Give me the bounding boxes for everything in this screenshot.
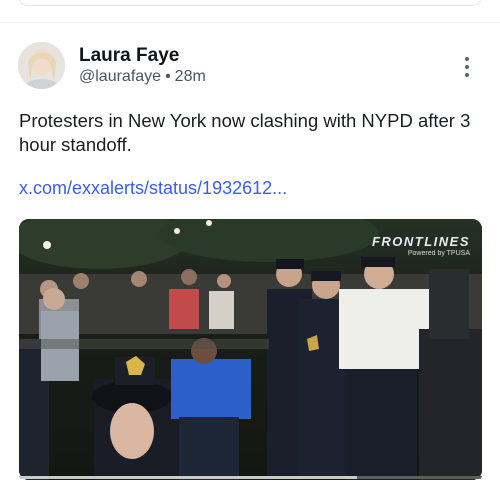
watermark-title: FRONTLINES — [371, 234, 470, 249]
avatar-photo — [18, 42, 65, 89]
dot-icon — [465, 57, 469, 61]
meta-separator: • — [165, 68, 171, 85]
video-frame — [19, 219, 482, 480]
post-link[interactable]: x.com/exxalerts/status/1932612... — [19, 178, 287, 199]
dot-icon — [465, 73, 469, 77]
post-time[interactable]: 28m — [175, 68, 206, 85]
author-name[interactable]: Laura Faye — [79, 45, 179, 67]
author-handle[interactable]: @laurafaye — [79, 68, 161, 85]
video-progress-bar[interactable] — [19, 476, 482, 479]
avatar[interactable] — [18, 42, 65, 89]
video-watermark: FRONTLINES Powered by TPUSA — [372, 234, 470, 257]
video-media[interactable]: FRONTLINES Powered by TPUSA — [19, 219, 482, 480]
watermark-subtitle: Powered by TPUSA — [407, 250, 470, 257]
feed-divider — [0, 22, 500, 23]
post-text: Protesters in New York now clashing with… — [19, 110, 471, 155]
more-vertical-icon[interactable] — [458, 55, 476, 79]
video-progress-fill — [19, 476, 357, 479]
dot-icon — [465, 65, 469, 69]
post-meta: @laurafaye • 28m — [79, 68, 206, 86]
previous-post-card — [18, 0, 482, 6]
